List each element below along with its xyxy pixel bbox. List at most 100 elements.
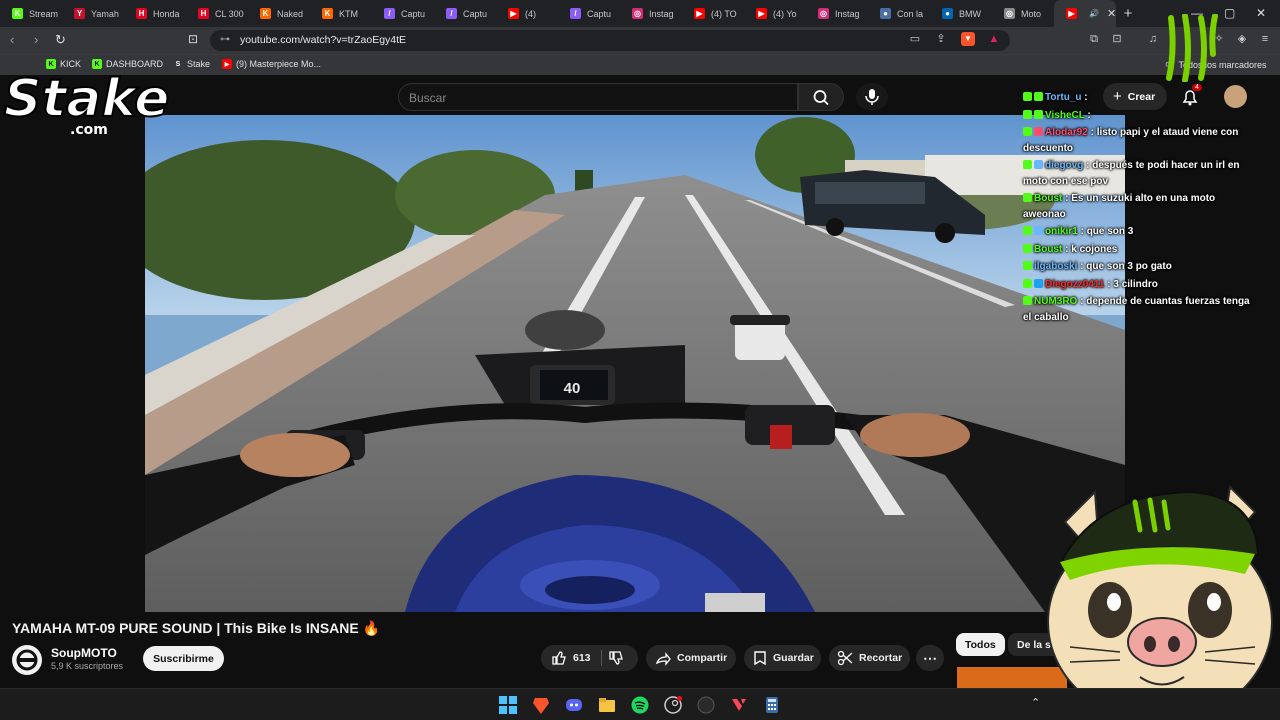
tab-favicon-icon: K (260, 8, 271, 19)
maximize-icon[interactable]: ▢ (1224, 6, 1235, 20)
browser-tab[interactable]: / Captu (434, 0, 496, 27)
chat-message: Boust : Es un suzuki alto en una moto aw… (1023, 193, 1216, 220)
bookmark-icon[interactable]: ⊡ (188, 32, 198, 46)
tab-favicon-icon: ▶ (694, 8, 705, 19)
site-info-icon[interactable]: ⊶ (220, 34, 230, 45)
tab-favicon-icon: K (12, 8, 23, 19)
tab-label: Captu (401, 8, 426, 19)
extensions-icon[interactable]: ⧉ (1087, 32, 1101, 46)
tray-chevron-icon[interactable]: ⌃ (1031, 696, 1040, 709)
file-explorer-icon[interactable] (598, 696, 616, 714)
screenshot-icon[interactable]: ⊡ (1110, 32, 1124, 46)
browser-tab[interactable]: ▶ (4) TO (682, 0, 744, 27)
save-button[interactable]: Guardar (744, 645, 821, 671)
clip-button[interactable]: Recortar (829, 645, 910, 671)
video-frame: 40 (145, 115, 1125, 612)
cast-icon[interactable]: ▭ (908, 32, 922, 46)
kick-badge-icon (1023, 243, 1032, 253)
bookmark-masterpiece[interactable]: ▶ (9) Masterpiece Mo... (222, 59, 321, 69)
tab-label: Instag (649, 8, 674, 19)
bookmark-stake[interactable]: S Stake (173, 59, 210, 69)
tab-label: Con la (897, 8, 924, 19)
share-icon[interactable]: ⇪ (934, 32, 948, 46)
browser-tab[interactable]: K Naked (248, 0, 310, 27)
reload-icon[interactable]: ↻ (55, 32, 66, 48)
new-tab-button[interactable]: + (1116, 5, 1140, 22)
scissors-icon (837, 650, 853, 666)
browser-tab[interactable]: ● Con la (868, 0, 930, 27)
search-input[interactable]: Buscar (398, 83, 798, 111)
search-button[interactable] (798, 83, 844, 111)
tab-favicon-icon: ◎ (632, 8, 643, 19)
tab-label: Captu (587, 8, 612, 19)
browser-tab[interactable]: K KTM (310, 0, 372, 27)
tab-favicon-icon: K (322, 8, 333, 19)
spotify-icon[interactable] (631, 696, 649, 714)
kick-badge-icon (1023, 226, 1032, 235)
tab-favicon-icon: H (198, 8, 209, 19)
tab-favicon-icon: ▶ (508, 8, 519, 19)
wallet-icon[interactable]: ◈ (1235, 32, 1249, 46)
tab-favicon-icon: / (570, 8, 581, 19)
tab-close-icon[interactable]: ✕ (1107, 7, 1116, 20)
chip-all[interactable]: Todos (956, 633, 1005, 656)
browser-tab[interactable]: Y Yamah (62, 0, 124, 27)
like-button[interactable]: 613 (551, 650, 591, 666)
discord-icon[interactable] (565, 696, 583, 714)
subscribe-button[interactable]: Suscribirme (143, 646, 224, 671)
steam-icon[interactable] (664, 696, 682, 714)
sub-badge-icon (1034, 278, 1043, 288)
tab-label: Captu (463, 8, 488, 19)
browser-tab[interactable]: ▶ (4) Yo (744, 0, 806, 27)
thumbs-up-icon (552, 651, 566, 665)
video-player[interactable]: 40 (145, 115, 1125, 612)
valorant-icon[interactable] (730, 696, 748, 714)
windows-start-icon[interactable] (499, 696, 517, 714)
tab-favicon-icon: ▶ (1066, 8, 1077, 19)
brave-rewards-icon[interactable]: ▲ (987, 32, 1001, 46)
channel-avatar[interactable] (12, 645, 42, 675)
browser-tab[interactable]: / Captu (372, 0, 434, 27)
browser-tab[interactable]: H Honda (124, 0, 186, 27)
kick-badge-icon (1023, 127, 1032, 136)
more-actions-button[interactable]: ⋯ (916, 645, 944, 671)
back-icon[interactable]: ‹ (10, 32, 14, 47)
browser-tab[interactable]: / Captu (558, 0, 620, 27)
browser-tab-strip: K Stream Y Yamah H Honda H CL 300 K Naked K KTM / Cap… (0, 0, 1280, 27)
stream-chat-overlay: Tortu_u : VisheCL : Alodar92 : listo pap… (1023, 90, 1258, 327)
browser-tab[interactable]: H CL 300 (186, 0, 248, 27)
brave-shield-icon[interactable]: ▼ (961, 32, 975, 46)
channel-subscribers: 5,9 K suscriptores (51, 661, 124, 671)
menu-icon[interactable]: ≡ (1258, 32, 1272, 46)
obs-icon[interactable] (697, 696, 715, 714)
browser-tab[interactable]: ▶ (4) (496, 0, 558, 27)
browser-tab[interactable]: K Stream (0, 0, 62, 27)
monster-energy-logo (1166, 14, 1218, 82)
close-window-icon[interactable]: ✕ (1256, 6, 1266, 20)
browser-tab[interactable]: ◎ Moto (992, 0, 1054, 27)
browser-tab[interactable]: ◎ Instag (620, 0, 682, 27)
search-icon (813, 90, 829, 106)
chat-message: onikir1 : que son 3 (1023, 224, 1258, 240)
voice-search-button[interactable] (856, 83, 888, 111)
address-bar-row: ‹ › ↻ ⊡ ⊶ youtube.com/watch?v=trZaoEgy4t… (0, 27, 1280, 54)
brave-browser-icon[interactable] (532, 696, 550, 714)
tab-favicon-icon: H (136, 8, 147, 19)
speedometer-readout: 40 (564, 380, 581, 397)
browser-tab[interactable]: ● BMW (930, 0, 992, 27)
calculator-icon[interactable] (763, 696, 781, 714)
share-button[interactable]: Compartir (646, 645, 736, 671)
channel-name[interactable]: SoupMOTO (51, 646, 117, 660)
browser-tab[interactable]: ▶ 🔊 ✕ (1054, 0, 1116, 27)
music-icon[interactable]: ♫ (1146, 32, 1160, 46)
url-text: youtube.com/watch?v=trZaoEgy4tE (240, 34, 407, 46)
thumbs-down-icon[interactable] (608, 650, 624, 666)
browser-tab[interactable]: ◎ Instag (806, 0, 868, 27)
windows-taskbar: ⌃ (0, 688, 1280, 720)
forward-icon[interactable]: › (34, 32, 38, 47)
chat-message: NUM3RO : depende de cuantas fuerzas teng… (1023, 296, 1250, 323)
tab-favicon-icon: / (384, 8, 395, 19)
url-field[interactable]: ⊶ youtube.com/watch?v=trZaoEgy4tE (210, 30, 1010, 51)
tab-audio-icon[interactable]: 🔊 (1089, 9, 1099, 18)
sub-badge-icon (1034, 160, 1043, 169)
